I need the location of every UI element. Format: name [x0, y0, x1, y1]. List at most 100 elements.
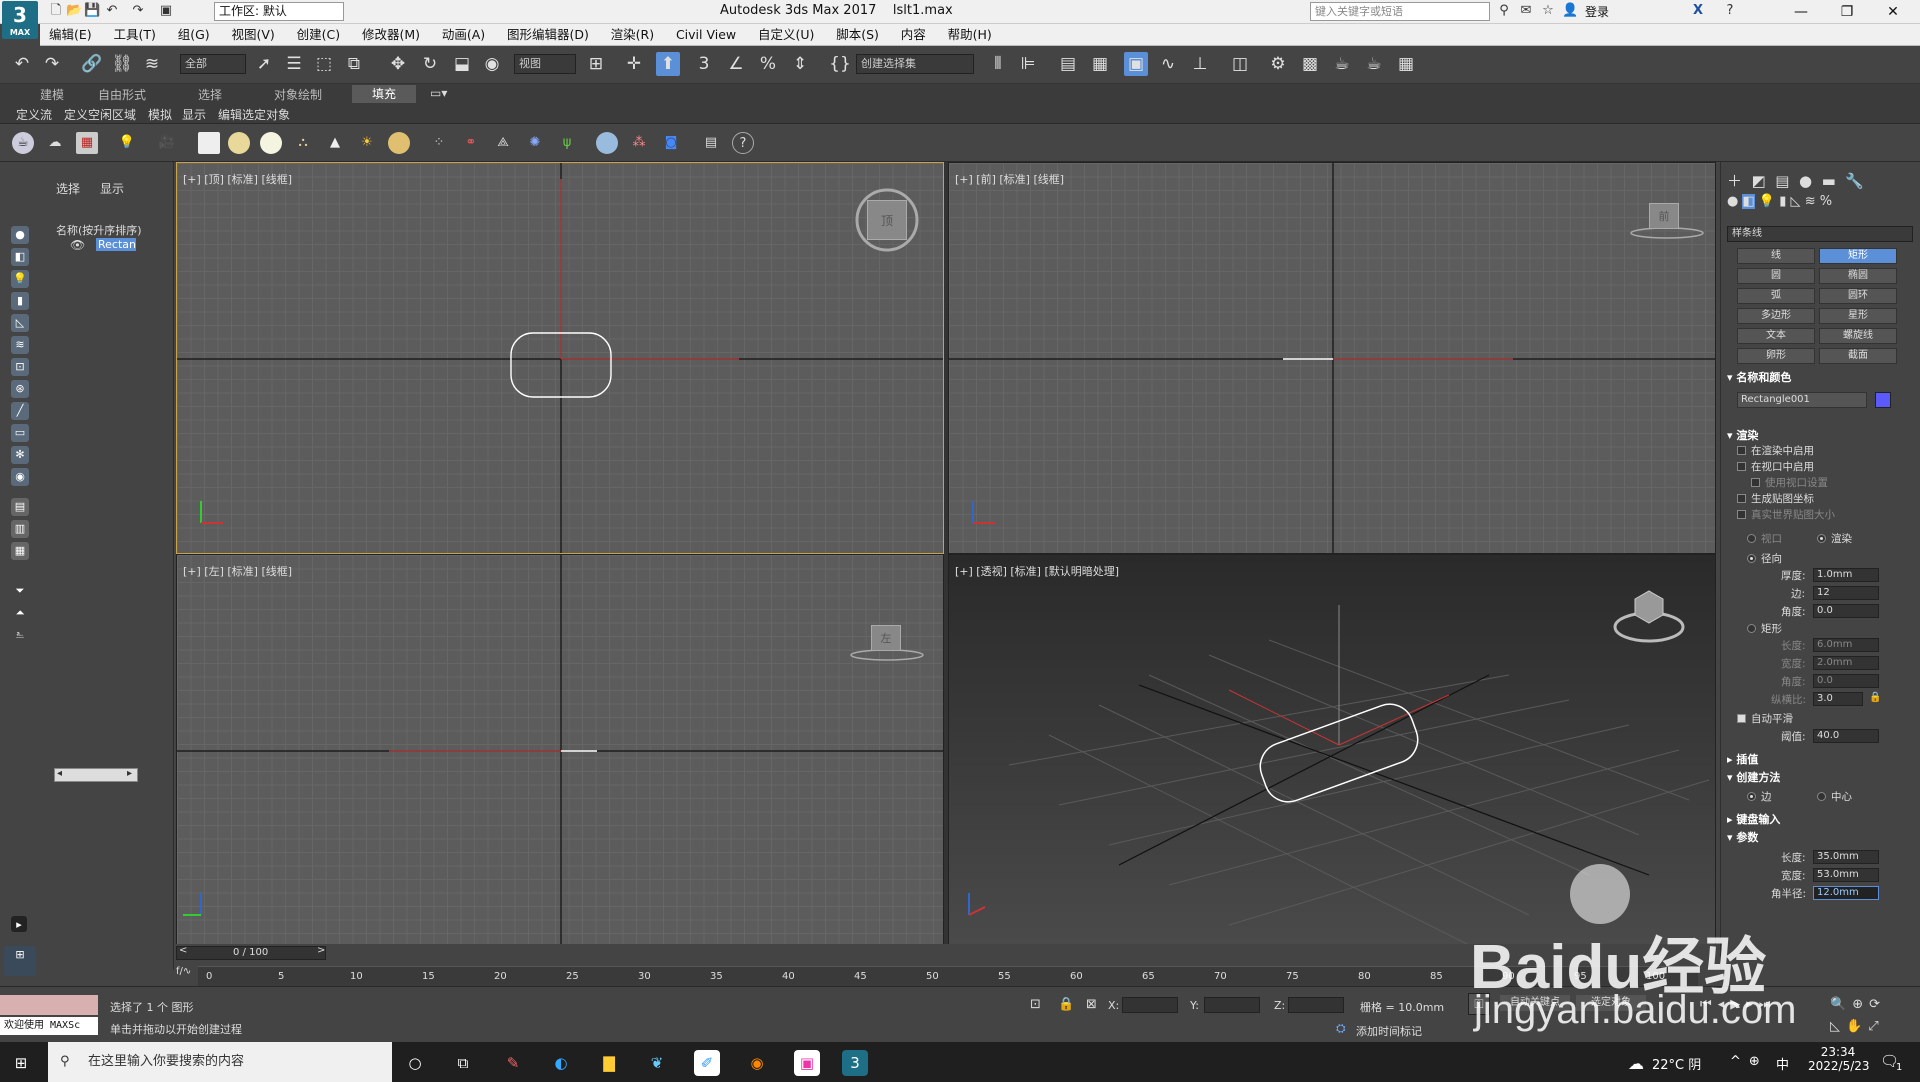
object-color-swatch[interactable] — [1875, 392, 1891, 408]
fov-icon[interactable]: ◺ — [1830, 1019, 1846, 1034]
maxscript-welcome[interactable]: 欢迎使用 MAXSc — [0, 1017, 98, 1035]
ime-indicator[interactable]: 中 — [1776, 1054, 1789, 1073]
select-object-icon[interactable]: ➚ — [252, 52, 276, 76]
layer-icon[interactable]: ▤ — [11, 498, 29, 516]
z-coord-field[interactable] — [1288, 997, 1344, 1013]
shapes-icon[interactable]: ◧ — [11, 248, 29, 266]
go-to-start-icon[interactable]: ⏮ — [1700, 997, 1718, 1012]
viewcube-top[interactable]: 顶 — [867, 200, 907, 240]
orbit-icon[interactable]: ⟳ — [1869, 997, 1886, 1012]
geometry-icon[interactable]: ● — [1727, 194, 1738, 209]
lock-icon[interactable]: 🔒 — [1869, 692, 1881, 703]
menu-customize[interactable]: 自定义(U) — [749, 24, 823, 46]
explorer-scrollbar[interactable]: ◂ ▸ — [54, 768, 138, 782]
rectangular-radio[interactable] — [1747, 624, 1756, 633]
move-icon[interactable]: ✥ — [386, 52, 410, 76]
tray-expand-icon[interactable]: ^ — [1730, 1054, 1749, 1069]
viewport-left[interactable]: 左 [+] [左] [标准] [线框] — [176, 554, 944, 946]
simulate[interactable]: 模拟 — [148, 106, 172, 123]
task-view-icon[interactable]: ⧉ — [450, 1050, 476, 1076]
helpers-category-icon[interactable]: ◺ — [1791, 194, 1801, 209]
particle-icon[interactable]: ✻ — [11, 446, 29, 464]
rotate-icon[interactable]: ↻ — [418, 52, 442, 76]
sides-spinner[interactable]: 12 — [1813, 586, 1879, 600]
pan-icon[interactable]: ✋ — [1846, 1019, 1868, 1034]
taskbar-search[interactable]: ⚲ 在这里输入你要搜索的内容 — [48, 1042, 392, 1082]
layer-manager-icon[interactable]: ▤ — [1056, 52, 1080, 76]
layer3-icon[interactable]: ▦ — [11, 542, 29, 560]
visibility-icon[interactable]: ◉ — [11, 468, 29, 486]
star-icon[interactable]: ☆ — [1540, 3, 1556, 19]
weather-icon[interactable]: ☁ — [1628, 1054, 1644, 1073]
curve-toggle-icon[interactable]: f/∿ — [176, 966, 191, 977]
scroll-right-icon[interactable]: ▸ — [127, 768, 132, 779]
render-iterative-icon[interactable]: ☕ — [1362, 52, 1386, 76]
viewport-label[interactable]: [+] [顶] [标准] [线框] — [183, 171, 292, 187]
sky-sphere-icon[interactable] — [388, 132, 410, 154]
menu-edit[interactable]: 编辑(E) — [40, 24, 101, 46]
angle-spinner[interactable]: 0.0 — [1813, 604, 1879, 618]
cloud-icon[interactable]: ☁ — [44, 132, 66, 154]
render-cloud-icon[interactable]: ▦ — [1394, 52, 1418, 76]
define-flows[interactable]: 定义流 — [16, 106, 52, 123]
snap-toggle-icon[interactable]: 3 — [692, 52, 716, 76]
maximize-button[interactable]: ❐ — [1824, 0, 1870, 24]
spinner-snap-icon[interactable]: ⇕ — [788, 52, 812, 76]
tab-selection[interactable]: 选择 — [198, 86, 222, 103]
enable-in-viewport-checkbox[interactable] — [1737, 462, 1746, 471]
select-manipulate-icon[interactable]: ✛ — [622, 52, 646, 76]
menu-animation[interactable]: 动画(A) — [433, 24, 494, 46]
auto-key-button[interactable]: 自动关键点 — [1500, 995, 1570, 1011]
3dsmax-taskbar-icon[interactable]: 3 — [842, 1050, 868, 1076]
rectangle-button[interactable]: 矩形 — [1819, 248, 1897, 264]
explorer-item-rectangle[interactable]: Rectangl — [96, 238, 136, 251]
explorer-tab-display[interactable]: 显示 — [100, 180, 124, 197]
menu-help[interactable]: 帮助(H) — [939, 24, 1001, 46]
file-explorer-icon[interactable]: ▇ — [596, 1050, 622, 1076]
zoom-all-icon[interactable]: ⊕ — [1852, 997, 1869, 1012]
prev-frame-icon[interactable]: < — [179, 945, 187, 956]
param-corner-spinner[interactable]: 12.0mm — [1813, 886, 1879, 900]
help-icon[interactable]: ? — [1722, 3, 1738, 19]
menu-civil-view[interactable]: Civil View — [667, 24, 745, 46]
generate-mapping-checkbox[interactable] — [1737, 494, 1746, 503]
firefox-icon[interactable]: ◉ — [744, 1050, 770, 1076]
tab-populate[interactable]: 填充 — [352, 85, 417, 103]
sun-icon[interactable]: ☀ — [356, 132, 378, 154]
time-tag-icon[interactable]: ⛭ — [1336, 1021, 1346, 1036]
filter-icon[interactable]: ⏷ — [11, 582, 29, 600]
edge-browser-icon[interactable]: ◐ — [548, 1050, 574, 1076]
egg-button[interactable]: 卵形 — [1737, 348, 1815, 364]
layer2-icon[interactable]: ▥ — [11, 520, 29, 538]
angle-snap-icon[interactable]: ∠ — [724, 52, 748, 76]
placement-icon[interactable]: ◉ — [480, 52, 504, 76]
time-slider[interactable]: < 0 / 100 > — [176, 945, 326, 960]
help-icon[interactable]: ? — [732, 132, 754, 154]
menu-group[interactable]: 组(G) — [169, 24, 219, 46]
bones-icon[interactable]: ╱ — [11, 402, 29, 420]
window-crossing-icon[interactable]: ⧉ — [342, 52, 366, 76]
circle-button[interactable]: 圆 — [1737, 268, 1815, 284]
viewport-label[interactable]: [+] [左] [标准] [线框] — [183, 563, 292, 579]
viewport-radio[interactable] — [1747, 534, 1756, 543]
line-button[interactable]: 线 — [1737, 248, 1815, 264]
play-icon[interactable]: ▶ — [1730, 997, 1746, 1012]
next-frame-icon[interactable]: > — [317, 945, 325, 956]
ribbon-toggle-icon[interactable]: ▣ — [1124, 52, 1148, 76]
undo-icon[interactable]: ↶ — [104, 3, 120, 19]
redo-icon[interactable]: ↷ — [130, 3, 146, 19]
thickness-spinner[interactable]: 1.0mm — [1813, 568, 1879, 582]
star-button[interactable]: 星形 — [1819, 308, 1897, 324]
calendar-icon[interactable]: ▦ — [76, 132, 98, 154]
user-icon[interactable]: 👤 — [1562, 3, 1578, 19]
percent-snap-icon[interactable]: % — [756, 52, 780, 76]
real-world-map-checkbox[interactable] — [1737, 510, 1746, 519]
material-editor-icon[interactable]: ◫ — [1228, 52, 1252, 76]
scale-icon[interactable]: ⬓ — [450, 52, 474, 76]
palette-icon[interactable]: ⁂ — [628, 132, 650, 154]
render-production-icon[interactable]: ☕ — [1330, 52, 1354, 76]
explorer-column-header[interactable]: 名称(按升序排序) — [56, 222, 142, 238]
rollout-keyboard-entry[interactable]: ▸ 键盘输入 — [1727, 812, 1913, 828]
xref-icon[interactable]: ⊛ — [11, 380, 29, 398]
exchange-icon[interactable]: X — [1690, 3, 1706, 19]
